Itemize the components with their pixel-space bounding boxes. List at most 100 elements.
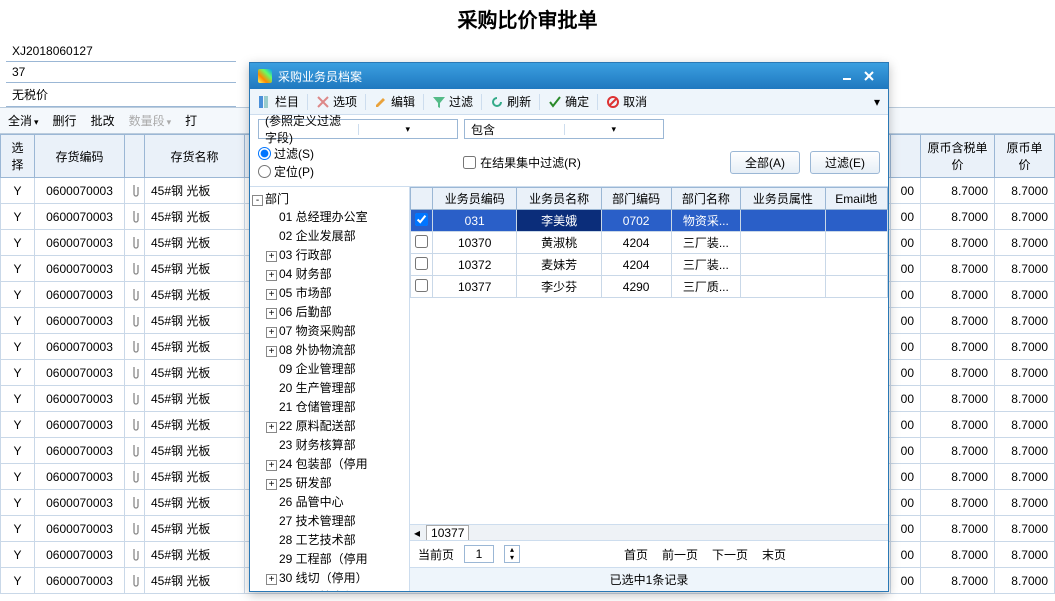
- col-invcode[interactable]: 存货编码: [35, 135, 125, 178]
- tree-item[interactable]: +05 市场部: [266, 283, 407, 302]
- cell-name[interactable]: 45#钢 光板: [145, 204, 245, 230]
- scroll-left-icon[interactable]: ◂: [414, 526, 420, 540]
- cell-check[interactable]: [411, 276, 433, 298]
- h-scrollbar[interactable]: ◂ 10377: [410, 524, 888, 540]
- dept-tree[interactable]: -部门 01 总经理办公室02 企业发展部+03 行政部+04 财务部+05 市…: [250, 187, 410, 591]
- tree-item[interactable]: +03 行政部: [266, 245, 407, 264]
- cell-price[interactable]: 8.7000: [995, 360, 1055, 386]
- tool-edit[interactable]: 编辑: [374, 93, 415, 110]
- attachment-icon[interactable]: [125, 360, 145, 386]
- expand-icon[interactable]: +: [266, 251, 277, 262]
- cell-select[interactable]: Y: [1, 386, 35, 412]
- cell-select[interactable]: Y: [1, 282, 35, 308]
- dialog-titlebar[interactable]: 采购业务员档案: [250, 63, 888, 89]
- attachment-icon[interactable]: [125, 516, 145, 542]
- attachment-icon[interactable]: [125, 178, 145, 204]
- col-price[interactable]: 原币单价: [995, 135, 1055, 178]
- cell-price[interactable]: 8.7000: [995, 334, 1055, 360]
- minimize-button[interactable]: [836, 67, 858, 85]
- tool-columns[interactable]: 栏目: [258, 93, 299, 110]
- cell-select[interactable]: Y: [1, 204, 35, 230]
- cell-taxprice[interactable]: 8.7000: [921, 464, 995, 490]
- col-taxprice[interactable]: 原币含税单价: [921, 135, 995, 178]
- tool-print[interactable]: 打: [185, 112, 197, 129]
- cell-price[interactable]: 8.7000: [995, 516, 1055, 542]
- cell-taxprice[interactable]: 8.7000: [921, 256, 995, 282]
- tree-item[interactable]: 09 企业管理部: [266, 359, 407, 378]
- cell-name[interactable]: 45#钢 光板: [145, 256, 245, 282]
- tree-item[interactable]: +08 外协物流部: [266, 340, 407, 359]
- cell-taxprice[interactable]: 8.7000: [921, 230, 995, 256]
- attachment-icon[interactable]: [125, 542, 145, 568]
- cell-check[interactable]: [411, 210, 433, 232]
- cell-price[interactable]: 8.7000: [995, 308, 1055, 334]
- cell-name[interactable]: 45#钢 光板: [145, 438, 245, 464]
- attachment-icon[interactable]: [125, 204, 145, 230]
- cell-price[interactable]: 8.7000: [995, 230, 1055, 256]
- list-row[interactable]: 10372麦妹芳4204三厂装...: [411, 254, 888, 276]
- col-check[interactable]: [411, 188, 433, 210]
- chevron-down-icon[interactable]: ▾: [358, 124, 458, 135]
- cell-code[interactable]: 0600070003: [35, 230, 125, 256]
- btn-all[interactable]: 全部(A): [730, 151, 800, 174]
- col-invname[interactable]: 存货名称: [145, 135, 245, 178]
- col-sp-name[interactable]: 业务员名称: [517, 188, 601, 210]
- cell-code[interactable]: 0600070003: [35, 334, 125, 360]
- tree-item[interactable]: +22 原料配送部: [266, 416, 407, 435]
- cell-select[interactable]: Y: [1, 360, 35, 386]
- attachment-icon[interactable]: [125, 230, 145, 256]
- radio-locate[interactable]: 定位(P): [258, 163, 314, 180]
- cell-code[interactable]: 0600070003: [35, 412, 125, 438]
- col-dept-name[interactable]: 部门名称: [671, 188, 741, 210]
- tree-item[interactable]: 27 技术管理部: [266, 511, 407, 530]
- cell-code[interactable]: 0600070003: [35, 464, 125, 490]
- tree-item[interactable]: 01 总经理办公室: [266, 207, 407, 226]
- tree-item[interactable]: +07 物资采购部: [266, 321, 407, 340]
- list-row[interactable]: 10377李少芬4290三厂质...: [411, 276, 888, 298]
- cell-name[interactable]: 45#钢 光板: [145, 516, 245, 542]
- tree-item[interactable]: +04 财务部: [266, 264, 407, 283]
- col-select[interactable]: 选择: [1, 135, 35, 178]
- cell-price[interactable]: 8.7000: [995, 178, 1055, 204]
- cell-code[interactable]: 0600070003: [35, 178, 125, 204]
- col-attach[interactable]: [125, 135, 145, 178]
- cell-price[interactable]: 8.7000: [995, 568, 1055, 594]
- expand-icon[interactable]: +: [266, 346, 277, 357]
- col-sp-code[interactable]: 业务员编码: [433, 188, 517, 210]
- cell-code[interactable]: 0600070003: [35, 360, 125, 386]
- cell-name[interactable]: 45#钢 光板: [145, 360, 245, 386]
- cell-code[interactable]: 0600070003: [35, 256, 125, 282]
- cell-select[interactable]: Y: [1, 178, 35, 204]
- chk-filter-in-result[interactable]: 在结果集中过滤(R): [463, 154, 581, 171]
- expand-icon[interactable]: +: [266, 327, 277, 338]
- cell-check[interactable]: [411, 232, 433, 254]
- cell-select[interactable]: Y: [1, 230, 35, 256]
- cell-taxprice[interactable]: 8.7000: [921, 438, 995, 464]
- attachment-icon[interactable]: [125, 464, 145, 490]
- cell-price[interactable]: 8.7000: [995, 542, 1055, 568]
- tree-item[interactable]: 02 企业发展部: [266, 226, 407, 245]
- cell-select[interactable]: Y: [1, 438, 35, 464]
- cell-price[interactable]: 8.7000: [995, 490, 1055, 516]
- cell-name[interactable]: 45#钢 光板: [145, 542, 245, 568]
- cell-name[interactable]: 45#钢 光板: [145, 568, 245, 594]
- pager-first[interactable]: 首页: [624, 546, 648, 563]
- expand-icon[interactable]: +: [266, 574, 277, 585]
- tool-refresh[interactable]: 刷新: [490, 93, 531, 110]
- tool-filter[interactable]: 过滤: [432, 93, 473, 110]
- expand-icon[interactable]: +: [266, 460, 277, 471]
- expand-icon[interactable]: +: [266, 308, 277, 319]
- cell-taxprice[interactable]: 8.7000: [921, 334, 995, 360]
- toolbar-overflow[interactable]: ▾: [874, 95, 880, 109]
- cell-name[interactable]: 45#钢 光板: [145, 308, 245, 334]
- cell-check[interactable]: [411, 254, 433, 276]
- btn-filter[interactable]: 过滤(E): [810, 151, 880, 174]
- tree-item[interactable]: 29 工程部（停用: [266, 549, 407, 568]
- attachment-icon[interactable]: [125, 308, 145, 334]
- cell-code[interactable]: 0600070003: [35, 386, 125, 412]
- cell-price[interactable]: 8.7000: [995, 438, 1055, 464]
- cell-name[interactable]: 45#钢 光板: [145, 412, 245, 438]
- expand-icon[interactable]: +: [266, 289, 277, 300]
- tax-field[interactable]: 无税价: [6, 83, 236, 107]
- cell-taxprice[interactable]: 8.7000: [921, 568, 995, 594]
